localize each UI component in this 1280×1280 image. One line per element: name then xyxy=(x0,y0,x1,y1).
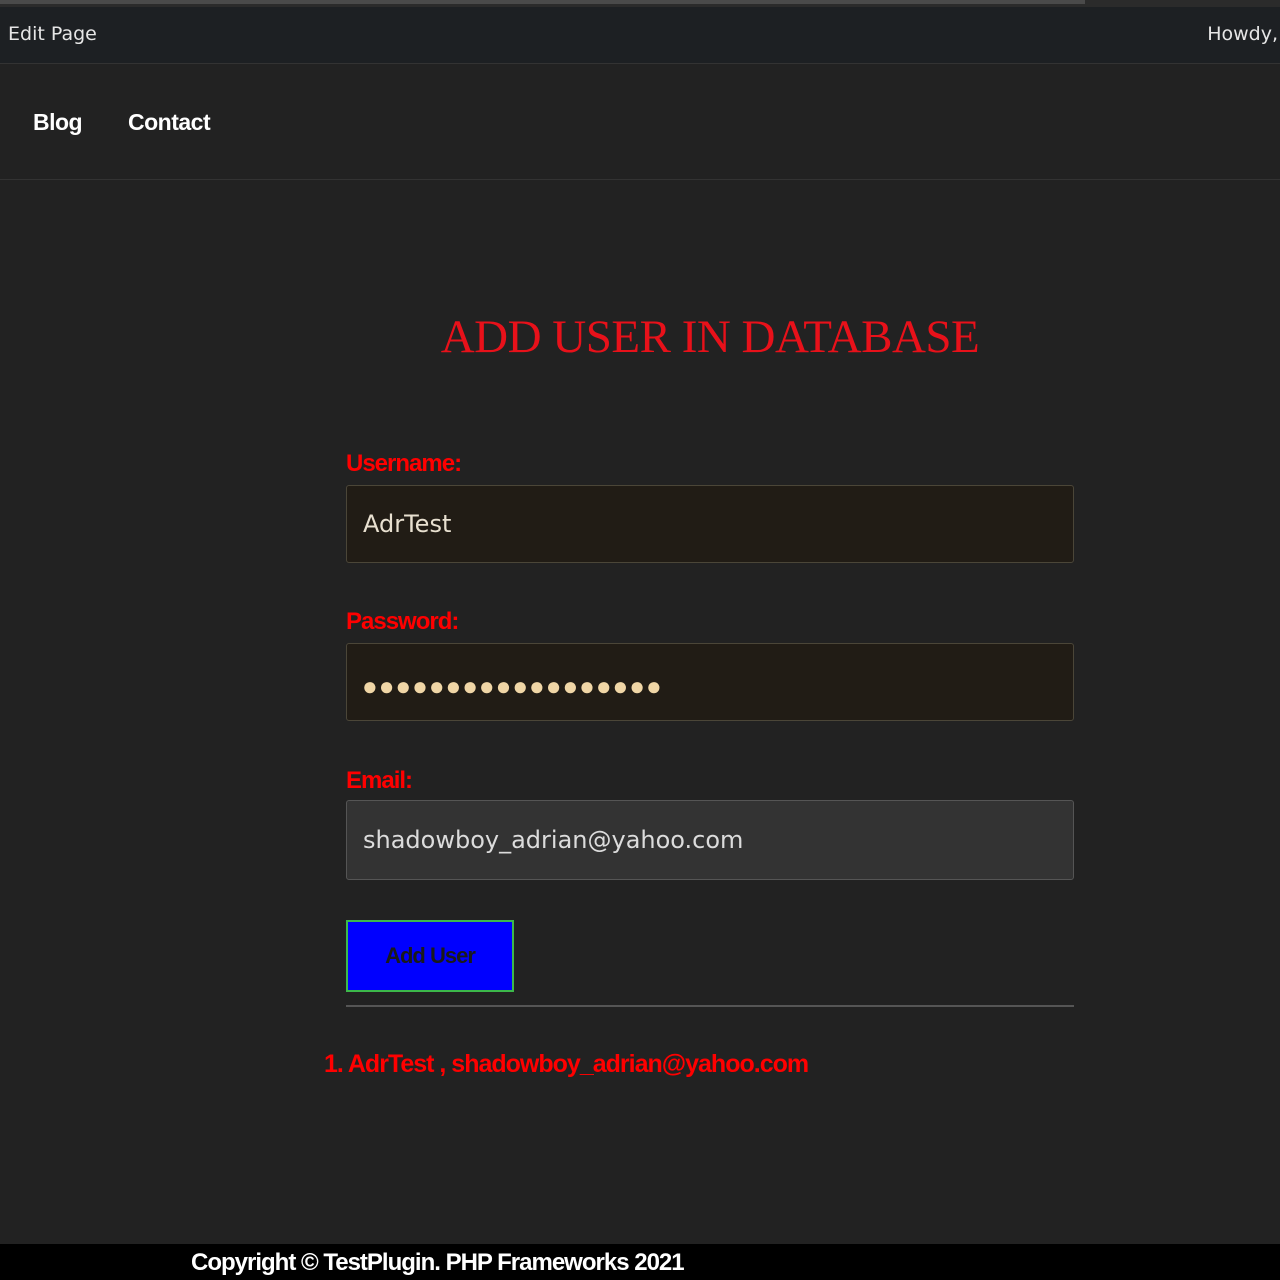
email-label: Email: xyxy=(346,767,413,794)
loading-bar xyxy=(0,0,1280,7)
divider xyxy=(346,1005,1074,1007)
add-user-button[interactable]: Add User xyxy=(346,920,514,992)
loading-bar-fill xyxy=(0,0,1085,4)
edit-page-link[interactable]: Edit Page xyxy=(8,23,97,45)
copyright-text: Copyright © TestPlugin. PHP Frameworks 2… xyxy=(191,1249,685,1276)
admin-bar: Edit Page Howdy, xyxy=(0,7,1280,64)
list-item: 1. AdrTest , shadowboy_adrian@yahoo.com xyxy=(324,1050,809,1078)
howdy-greeting[interactable]: Howdy, xyxy=(1207,23,1278,45)
username-input[interactable] xyxy=(346,485,1074,563)
page-title: ADD USER IN DATABASE xyxy=(440,311,980,363)
page: Edit Page Howdy, Blog Contact ADD USER I… xyxy=(0,0,1280,1280)
nav-link-blog[interactable]: Blog xyxy=(33,109,83,136)
password-label: Password: xyxy=(346,608,459,635)
password-input[interactable] xyxy=(346,643,1074,721)
nav-link-contact[interactable]: Contact xyxy=(128,109,211,136)
user-list: 1. AdrTest , shadowboy_adrian@yahoo.com xyxy=(324,1050,809,1079)
footer: Copyright © TestPlugin. PHP Frameworks 2… xyxy=(0,1244,1280,1280)
site-navigation: Blog Contact xyxy=(0,64,1280,180)
email-input[interactable] xyxy=(346,800,1074,880)
username-label: Username: xyxy=(346,450,462,477)
